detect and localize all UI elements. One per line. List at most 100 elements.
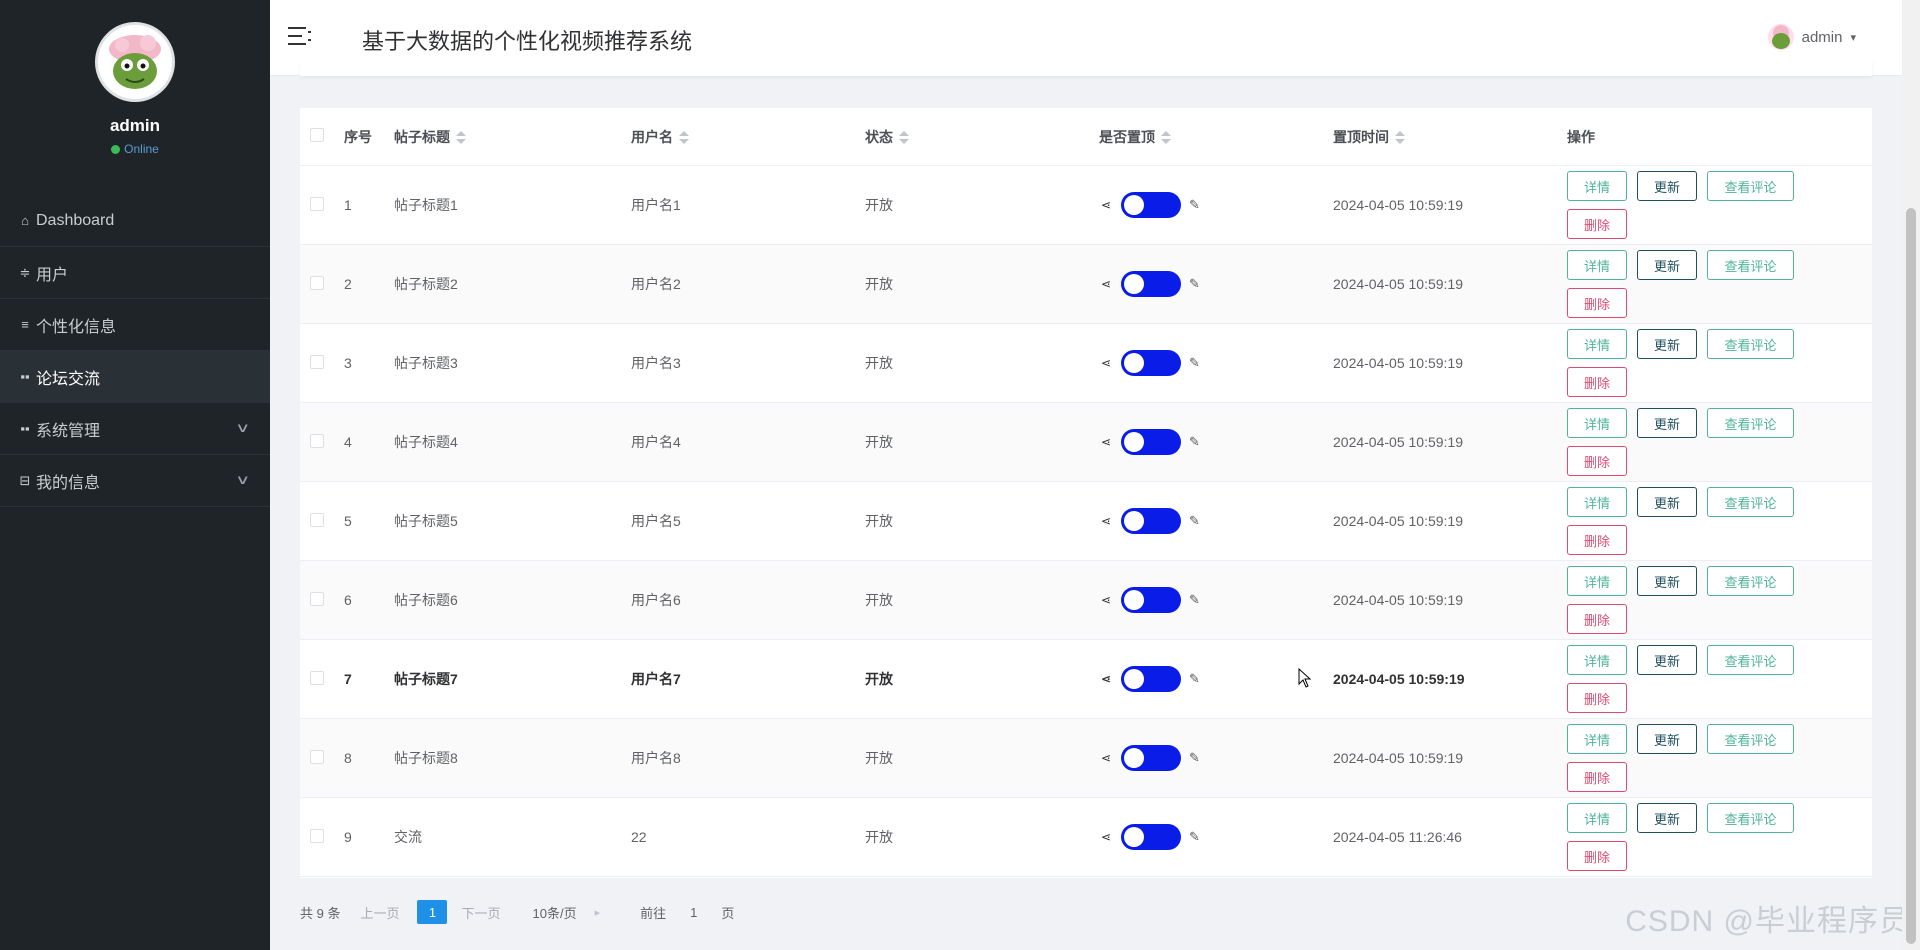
column-header-user[interactable]: 用户名	[631, 127, 865, 147]
row-checkbox[interactable]	[310, 512, 324, 527]
row-checkbox[interactable]	[310, 749, 324, 764]
pin-toggle[interactable]	[1121, 429, 1181, 455]
user-menu[interactable]: admin ▾	[1767, 24, 1856, 50]
row-checkbox[interactable]	[310, 591, 324, 606]
pin-toggle[interactable]	[1121, 350, 1181, 376]
update-button[interactable]: 更新	[1637, 645, 1697, 675]
delete-button[interactable]: 删除	[1567, 762, 1627, 792]
edit-icon[interactable]: ✎	[1189, 434, 1200, 450]
prev-page-button[interactable]: 上一页	[360, 903, 399, 922]
sidebar-item-my-info[interactable]: ⊟ 我的信息 ∨	[0, 455, 270, 507]
sidebar-item-personalization[interactable]: ≡ 个性化信息	[0, 299, 270, 351]
share-icon[interactable]: ⋖	[1099, 198, 1113, 212]
sidebar-item-dashboard[interactable]: ⌂ Dashboard	[0, 195, 270, 247]
view-comments-button[interactable]: 查看评论	[1707, 171, 1794, 201]
sort-icon[interactable]	[1395, 130, 1405, 145]
sidebar-item-forum[interactable]: ▪▪ 论坛交流	[0, 351, 270, 403]
row-checkbox[interactable]	[310, 433, 324, 448]
edit-icon[interactable]: ✎	[1189, 671, 1200, 687]
share-icon[interactable]: ⋖	[1099, 672, 1113, 686]
share-icon[interactable]: ⋖	[1099, 277, 1113, 291]
delete-button[interactable]: 删除	[1567, 209, 1627, 239]
avatar[interactable]	[95, 22, 175, 102]
column-header-title[interactable]: 帖子标题	[394, 127, 631, 147]
delete-button[interactable]: 删除	[1567, 367, 1627, 397]
view-comments-button[interactable]: 查看评论	[1707, 566, 1794, 596]
edit-icon[interactable]: ✎	[1189, 276, 1200, 292]
update-button[interactable]: 更新	[1637, 724, 1697, 754]
next-page-button[interactable]: 下一页	[461, 903, 500, 922]
update-button[interactable]: 更新	[1637, 566, 1697, 596]
delete-button[interactable]: 删除	[1567, 288, 1627, 318]
column-header-pin-time[interactable]: 置顶时间	[1333, 127, 1567, 147]
sort-icon[interactable]	[456, 130, 466, 145]
sort-icon[interactable]	[1161, 130, 1171, 145]
edit-icon[interactable]: ✎	[1189, 197, 1200, 213]
detail-button[interactable]: 详情	[1567, 487, 1627, 517]
detail-button[interactable]: 详情	[1567, 329, 1627, 359]
share-icon[interactable]: ⋖	[1099, 435, 1113, 449]
view-comments-button[interactable]: 查看评论	[1707, 724, 1794, 754]
sort-icon[interactable]	[679, 130, 689, 145]
column-header-pinned[interactable]: 是否置顶	[1099, 127, 1333, 147]
delete-button[interactable]: 删除	[1567, 683, 1627, 713]
avatar-image	[98, 25, 172, 99]
edit-icon[interactable]: ✎	[1189, 592, 1200, 608]
row-checkbox[interactable]	[310, 196, 324, 211]
sidebar-item-users[interactable]: ≑ 用户	[0, 247, 270, 299]
update-button[interactable]: 更新	[1637, 803, 1697, 833]
sidebar-item-system[interactable]: ▪▪ 系统管理 ∨	[0, 403, 270, 455]
goto-page-input[interactable]: 1	[690, 905, 697, 920]
share-icon[interactable]: ⋖	[1099, 514, 1113, 528]
view-comments-button[interactable]: 查看评论	[1707, 329, 1794, 359]
update-button[interactable]: 更新	[1637, 487, 1697, 517]
detail-button[interactable]: 详情	[1567, 566, 1627, 596]
row-checkbox[interactable]	[310, 275, 324, 290]
update-button[interactable]: 更新	[1637, 250, 1697, 280]
scrollbar-thumb[interactable]	[1906, 208, 1916, 944]
menu-toggle-icon[interactable]	[288, 24, 312, 48]
delete-button[interactable]: 删除	[1567, 841, 1627, 871]
update-button[interactable]: 更新	[1637, 171, 1697, 201]
sort-icon[interactable]	[899, 130, 909, 145]
scrollbar[interactable]	[1902, 0, 1920, 950]
row-checkbox[interactable]	[310, 354, 324, 369]
detail-button[interactable]: 详情	[1567, 250, 1627, 280]
pin-toggle[interactable]	[1121, 824, 1181, 850]
column-header-status[interactable]: 状态	[865, 127, 1099, 147]
share-icon[interactable]: ⋖	[1099, 593, 1113, 607]
edit-icon[interactable]: ✎	[1189, 355, 1200, 371]
share-icon[interactable]: ⋖	[1099, 751, 1113, 765]
share-icon[interactable]: ⋖	[1099, 830, 1113, 844]
page-size-select[interactable]: 10条/页	[533, 903, 577, 922]
row-checkbox[interactable]	[310, 828, 324, 843]
share-icon[interactable]: ⋖	[1099, 356, 1113, 370]
select-all-checkbox[interactable]	[310, 128, 324, 142]
view-comments-button[interactable]: 查看评论	[1707, 803, 1794, 833]
detail-button[interactable]: 详情	[1567, 171, 1627, 201]
detail-button[interactable]: 详情	[1567, 803, 1627, 833]
detail-button[interactable]: 详情	[1567, 724, 1627, 754]
delete-button[interactable]: 删除	[1567, 604, 1627, 634]
view-comments-button[interactable]: 查看评论	[1707, 250, 1794, 280]
row-checkbox[interactable]	[310, 670, 324, 685]
update-button[interactable]: 更新	[1637, 329, 1697, 359]
page-number-current[interactable]: 1	[417, 900, 448, 924]
pin-toggle[interactable]	[1121, 192, 1181, 218]
pin-toggle[interactable]	[1121, 271, 1181, 297]
delete-button[interactable]: 删除	[1567, 446, 1627, 476]
edit-icon[interactable]: ✎	[1189, 750, 1200, 766]
pin-toggle[interactable]	[1121, 587, 1181, 613]
detail-button[interactable]: 详情	[1567, 408, 1627, 438]
view-comments-button[interactable]: 查看评论	[1707, 487, 1794, 517]
edit-icon[interactable]: ✎	[1189, 513, 1200, 529]
pin-toggle[interactable]	[1121, 508, 1181, 534]
edit-icon[interactable]: ✎	[1189, 829, 1200, 845]
view-comments-button[interactable]: 查看评论	[1707, 408, 1794, 438]
pin-toggle[interactable]	[1121, 745, 1181, 771]
view-comments-button[interactable]: 查看评论	[1707, 645, 1794, 675]
detail-button[interactable]: 详情	[1567, 645, 1627, 675]
pin-toggle[interactable]	[1121, 666, 1181, 692]
update-button[interactable]: 更新	[1637, 408, 1697, 438]
delete-button[interactable]: 删除	[1567, 525, 1627, 555]
